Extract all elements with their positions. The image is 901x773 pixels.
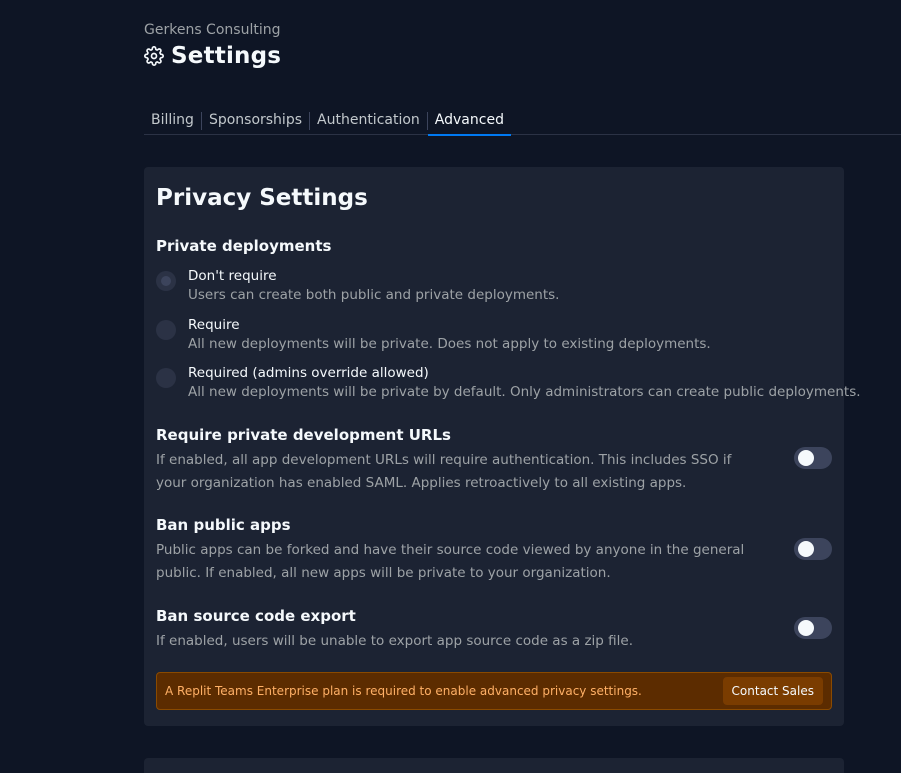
ban-source-export-heading: Ban source code export: [156, 607, 356, 625]
private-dev-urls-heading: Require private development URLs: [156, 426, 451, 444]
tab-authentication[interactable]: Authentication: [310, 107, 427, 135]
radio-option-required-admins-override[interactable]: Required (admins override allowed) All n…: [156, 365, 861, 405]
next-settings-card: [144, 758, 844, 773]
radio-button[interactable]: [156, 320, 176, 340]
ban-public-apps-toggle[interactable]: [794, 538, 832, 560]
enterprise-plan-notice: A Replit Teams Enterprise plan is requir…: [156, 672, 832, 710]
tab-billing[interactable]: Billing: [144, 107, 201, 135]
radio-option-dont-require[interactable]: Don't require Users can create both publ…: [156, 268, 836, 308]
radio-description: Users can create both public and private…: [188, 287, 560, 303]
ban-public-apps-description: Public apps can be forked and have their…: [156, 542, 745, 581]
page-title: Settings: [171, 43, 282, 69]
radio-label: Require: [188, 317, 240, 333]
private-dev-urls-toggle[interactable]: [794, 447, 832, 469]
tab-advanced[interactable]: Advanced: [427, 107, 512, 136]
radio-label: Don't require: [188, 268, 277, 284]
privacy-settings-title: Privacy Settings: [156, 185, 368, 211]
private-dev-urls-description: If enabled, all app development URLs wil…: [156, 452, 732, 491]
radio-option-require[interactable]: Require All new deployments will be priv…: [156, 317, 836, 357]
private-deployments-heading: Private deployments: [156, 237, 332, 255]
tab-sponsorships[interactable]: Sponsorships: [202, 107, 309, 135]
ban-source-export-toggle[interactable]: [794, 617, 832, 639]
radio-description: All new deployments will be private. Doe…: [188, 336, 711, 352]
ban-public-apps-heading: Ban public apps: [156, 516, 291, 534]
org-name: Gerkens Consulting: [144, 22, 281, 38]
radio-label: Required (admins override allowed): [188, 365, 429, 381]
ban-source-export-description: If enabled, users will be unable to expo…: [156, 633, 634, 649]
settings-tabs: Billing Sponsorships Authentication Adva…: [144, 107, 901, 136]
notice-text: A Replit Teams Enterprise plan is requir…: [165, 684, 642, 698]
radio-button[interactable]: [156, 368, 176, 388]
radio-button[interactable]: [156, 271, 176, 291]
gear-icon: [144, 46, 164, 66]
settings-page: Gerkens Consulting Settings Billing Spon…: [0, 0, 901, 773]
privacy-settings-card: Privacy Settings Private deployments Don…: [144, 167, 861, 726]
contact-sales-button[interactable]: Contact Sales: [722, 677, 823, 705]
page-header: Settings: [144, 43, 281, 69]
radio-description: All new deployments will be private by d…: [188, 384, 861, 400]
